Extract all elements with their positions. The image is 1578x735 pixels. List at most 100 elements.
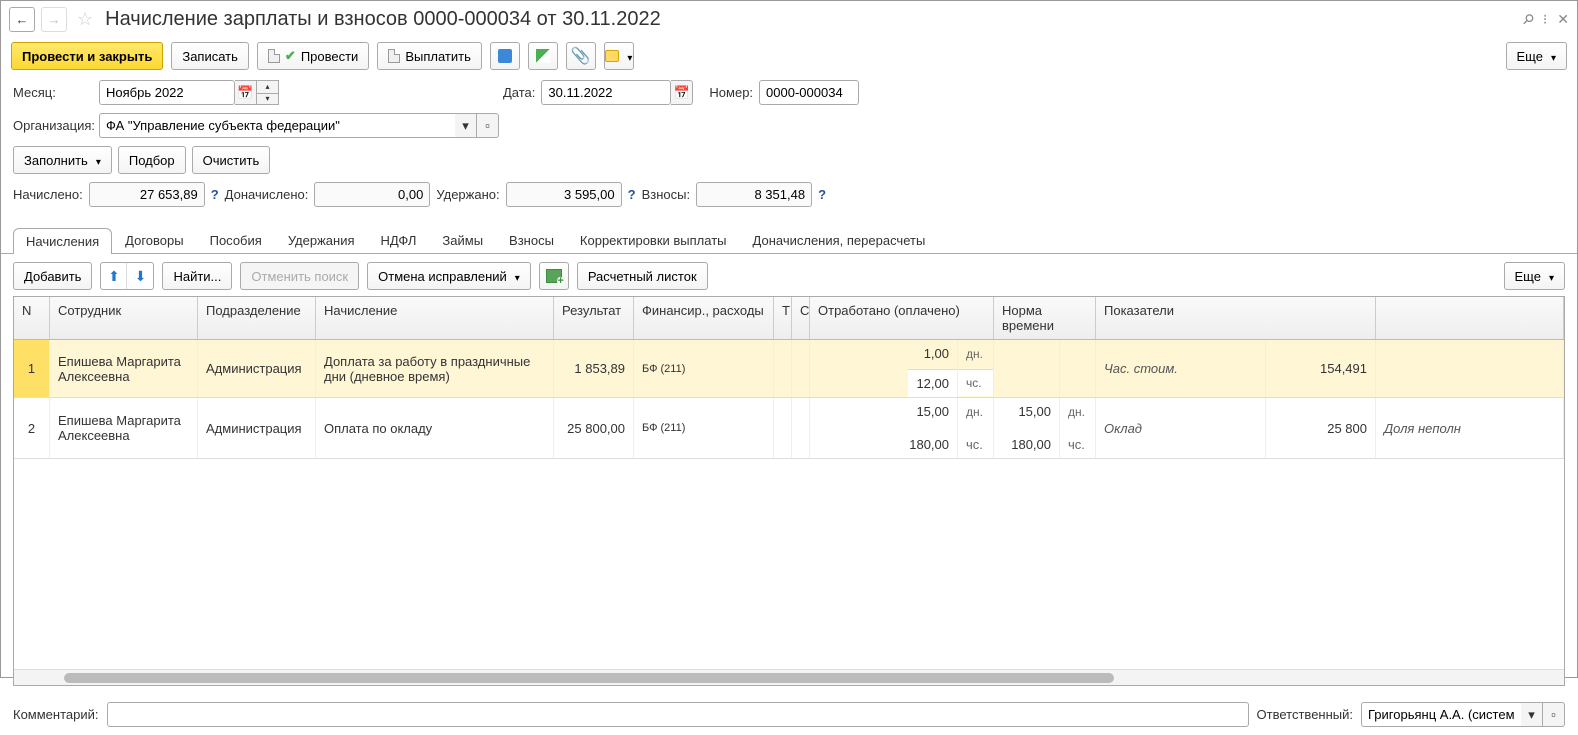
payslip-button[interactable]: Расчетный листок	[577, 262, 708, 290]
attach-button[interactable]: 📎	[566, 42, 596, 70]
move-up-button[interactable]: ⬆	[101, 263, 127, 289]
fill-button[interactable]: Заполнить	[13, 146, 112, 174]
cell-n: 1	[14, 340, 50, 397]
col-extra[interactable]	[1376, 297, 1564, 339]
col-c[interactable]: С	[792, 297, 810, 339]
more-button[interactable]: Еще	[1506, 42, 1567, 70]
month-up-button[interactable]: ▴	[257, 80, 279, 93]
contrib-value	[696, 182, 812, 207]
comment-label: Комментарий:	[13, 707, 99, 722]
cell-accrual: Доплата за работу в праздничные дни (дне…	[316, 340, 554, 397]
added-label: Доначислено:	[225, 187, 309, 202]
cell-norm-days	[994, 340, 1060, 397]
save-button[interactable]: Записать	[171, 42, 249, 70]
responsible-input[interactable]	[1361, 702, 1521, 727]
explain-icon[interactable]: ⁝	[1543, 11, 1547, 28]
report-button[interactable]	[490, 42, 520, 70]
cell-worked-units: дн.чс.	[958, 398, 994, 458]
tab-recalcs[interactable]: Доначисления, перерасчеты	[740, 227, 939, 253]
table-row[interactable]: 2 Епишева Маргарита Алексеевна Администр…	[14, 398, 1564, 459]
post-and-close-button[interactable]: Провести и закрыть	[11, 42, 163, 70]
accrued-label: Начислено:	[13, 187, 83, 202]
org-open-button[interactable]: ▫	[477, 113, 499, 138]
find-button[interactable]: Найти...	[162, 262, 232, 290]
accrued-help-icon[interactable]: ?	[211, 187, 219, 202]
favorite-star-icon[interactable]: ☆	[77, 9, 93, 30]
cell-c	[792, 398, 810, 458]
tab-ndfl[interactable]: НДФЛ	[368, 227, 430, 253]
accruals-grid[interactable]: N Сотрудник Подразделение Начисление Рез…	[13, 296, 1565, 686]
month-label: Месяц:	[13, 85, 93, 100]
folder-button[interactable]	[604, 42, 634, 70]
link-icon[interactable]: ⚲	[1518, 10, 1537, 29]
cell-worked-days: 1,0012,00	[810, 340, 958, 397]
tab-contracts[interactable]: Договоры	[112, 227, 196, 253]
nav-back-button[interactable]: ←	[9, 7, 35, 32]
date-calendar-button[interactable]: 📅	[671, 80, 693, 105]
col-finance[interactable]: Финансир., расходы	[634, 297, 774, 339]
clear-button[interactable]: Очистить	[192, 146, 271, 174]
table-settings-button[interactable]	[539, 262, 569, 290]
contrib-help-icon[interactable]: ?	[818, 187, 826, 202]
cell-extra	[1376, 340, 1564, 397]
cell-worked-units: дн.чс.	[958, 340, 994, 397]
col-department[interactable]: Подразделение	[198, 297, 316, 339]
cell-finance: БФ (211)	[634, 398, 774, 458]
col-result[interactable]: Результат	[554, 297, 634, 339]
date-label: Дата:	[503, 85, 535, 100]
col-n[interactable]: N	[14, 297, 50, 339]
tab-corrections[interactable]: Корректировки выплаты	[567, 227, 740, 253]
cell-indicator-name: Час. стоим.	[1096, 340, 1266, 397]
cell-employee: Епишева Маргарита Алексеевна	[50, 340, 198, 397]
accrued-value	[89, 182, 205, 207]
select-button[interactable]: Подбор	[118, 146, 186, 174]
cancel-search-button: Отменить поиск	[240, 262, 359, 290]
post-icon	[268, 49, 280, 63]
col-t[interactable]: Т	[774, 297, 792, 339]
cell-finance: БФ (211)	[634, 340, 774, 397]
close-icon[interactable]: ✕	[1557, 11, 1569, 28]
tab-loans[interactable]: Займы	[429, 227, 496, 253]
horizontal-scrollbar[interactable]	[14, 669, 1564, 685]
tab-deductions[interactable]: Удержания	[275, 227, 368, 253]
cell-norm-units	[1060, 340, 1096, 397]
cell-department: Администрация	[198, 398, 316, 458]
subtoolbar-more-button[interactable]: Еще	[1504, 262, 1565, 290]
col-norm[interactable]: Норма времени	[994, 297, 1096, 339]
number-label: Номер:	[709, 85, 753, 100]
number-input[interactable]	[759, 80, 859, 105]
col-worked[interactable]: Отработано (оплачено)	[810, 297, 994, 339]
nav-forward-button: →	[41, 7, 67, 32]
org-input[interactable]	[99, 113, 455, 138]
tab-contributions[interactable]: Взносы	[496, 227, 567, 253]
cell-norm-units: дн.чс.	[1060, 398, 1096, 458]
col-indicators[interactable]: Показатели	[1096, 297, 1376, 339]
month-down-button[interactable]: ▾	[257, 93, 279, 106]
edit-button[interactable]	[528, 42, 558, 70]
tab-benefits[interactable]: Пособия	[197, 227, 275, 253]
undo-corrections-button[interactable]: Отмена исправлений	[367, 262, 531, 290]
org-label: Организация:	[13, 118, 93, 133]
move-down-button[interactable]: ⬇	[127, 263, 153, 289]
table-row[interactable]: 1 Епишева Маргарита Алексеевна Администр…	[14, 340, 1564, 398]
responsible-dropdown-button[interactable]: ▾	[1521, 702, 1543, 727]
add-row-button[interactable]: Добавить	[13, 262, 92, 290]
cell-indicator-value: 25 800	[1266, 398, 1376, 458]
org-dropdown-button[interactable]: ▾	[455, 113, 477, 138]
post-button[interactable]: ✔Провести	[257, 42, 369, 70]
month-calendar-button[interactable]: 📅	[235, 80, 257, 105]
responsible-open-button[interactable]: ▫	[1543, 702, 1565, 727]
list-icon	[498, 49, 512, 63]
pencil-icon	[536, 49, 550, 63]
move-rows-group: ⬆ ⬇	[100, 262, 154, 290]
cell-t	[774, 340, 792, 397]
month-input[interactable]	[99, 80, 235, 105]
window-title: Начисление зарплаты и взносов 0000-00003…	[105, 8, 1516, 31]
col-accrual[interactable]: Начисление	[316, 297, 554, 339]
tab-accruals[interactable]: Начисления	[13, 228, 112, 254]
date-input[interactable]	[541, 80, 671, 105]
col-employee[interactable]: Сотрудник	[50, 297, 198, 339]
withheld-help-icon[interactable]: ?	[628, 187, 636, 202]
comment-input[interactable]	[107, 702, 1249, 727]
pay-button[interactable]: Выплатить	[377, 42, 482, 70]
